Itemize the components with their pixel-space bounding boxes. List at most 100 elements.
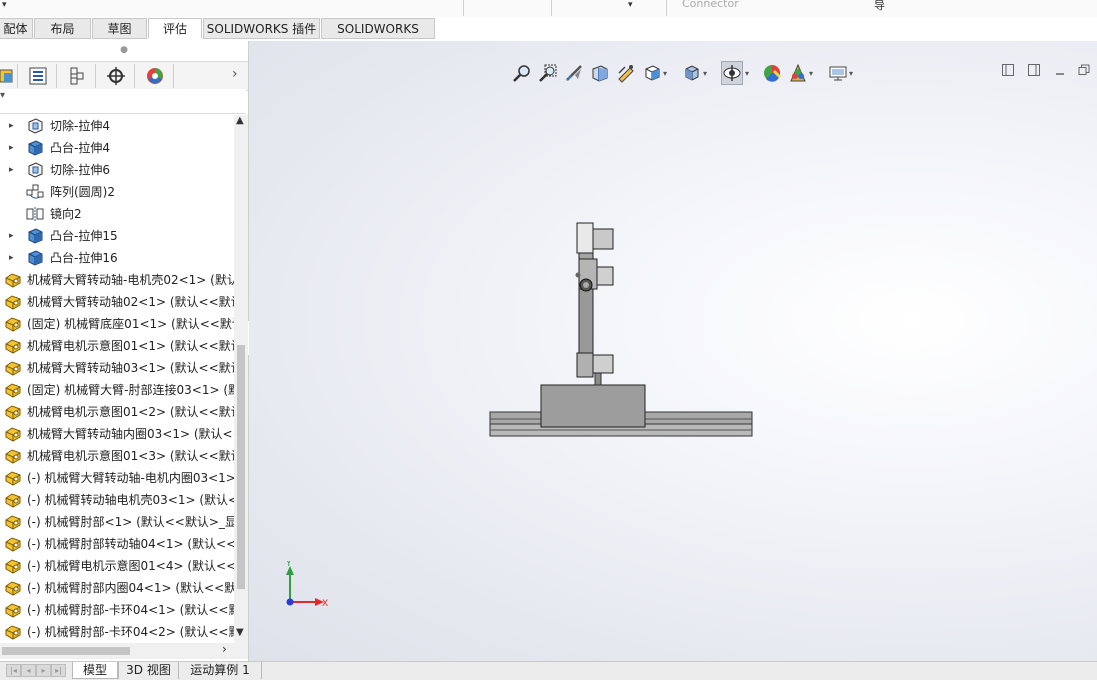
expand-chevron-icon[interactable]: ▸ (9, 247, 14, 269)
tree-item[interactable]: 机械臂大臂转动轴03<1> (默认<<默认 (0, 357, 234, 379)
tree-horizontal-scrollbar[interactable]: › (0, 642, 248, 659)
tree-item[interactable]: 机械臂大臂转动轴-电机壳02<1> (默认 (0, 269, 234, 291)
part-icon (4, 536, 22, 552)
tab-layout[interactable]: 布局 (34, 18, 91, 39)
tab-solidworks-addins[interactable]: SOLIDWORKS 插件 (203, 18, 320, 39)
previous-view-button[interactable] (563, 61, 585, 85)
view-orientation-button[interactable] (641, 61, 663, 85)
hide-show-dropdown-icon[interactable]: ▾ (745, 69, 749, 78)
part-icon (4, 272, 22, 288)
manager-tabs: › (0, 61, 248, 91)
tree-item[interactable]: (-) 机械臂肘部<1> (默认<<默认>_显示 (0, 511, 234, 533)
tab-solidworks-mbd[interactable]: SOLIDWORKS MBD (321, 18, 435, 57)
tree-item[interactable]: (-) 机械臂电机示意图01<4> (默认<<默 (0, 555, 234, 577)
part-icon (4, 338, 22, 354)
tree-item[interactable]: 镜向2 (0, 203, 234, 225)
tree-item-label: (-) 机械臂电机示意图01<4> (默认<<默 (27, 559, 234, 573)
part-icon (4, 624, 22, 640)
tree-item[interactable]: ▸ 凸台-拉伸4 (0, 137, 234, 159)
scroll-thumb[interactable] (237, 345, 245, 589)
tree-item[interactable]: (-) 机械臂转动轴电机壳03<1> (默认< (0, 489, 234, 511)
feature-tree: ▸ 切除-拉伸4 ▸ 凸台-拉伸4 ▸ 切除-拉伸6 阵列(圆周)2 镜向2 ▸ 凸台-拉伸15 ▸… (0, 115, 234, 643)
featuremanager-tab[interactable] (0, 64, 18, 88)
tree-item-label: 机械臂电机示意图01<1> (默认<<默认 (27, 339, 234, 353)
tree-item[interactable]: (固定) 机械臂大臂-肘部连接03<1> (默 (0, 379, 234, 401)
tree-item[interactable]: (固定) 机械臂底座01<1> (默认<<默认 (0, 313, 234, 335)
tab-model[interactable]: 模型 (72, 662, 118, 679)
tree-item[interactable]: (-) 机械臂肘部-卡环04<2> (默认<<默认 (0, 621, 234, 643)
tree-item[interactable]: ▸ 凸台-拉伸16 (0, 247, 234, 269)
prev-tab-nav-icon[interactable]: ◂ (21, 664, 36, 677)
display-style-dropdown-icon[interactable]: ▾ (703, 69, 707, 78)
zoom-to-fit-button[interactable] (511, 61, 533, 85)
dropdown-caret-icon[interactable]: ▾ (628, 0, 633, 10)
apply-scene-dropdown-icon[interactable]: ▾ (809, 69, 813, 78)
next-viewport-button[interactable] (1027, 63, 1041, 77)
next-tab-nav-icon[interactable]: ▸ (36, 664, 51, 677)
dimxpert-tab[interactable] (97, 64, 135, 88)
tab-assembly[interactable]: 配体 (0, 18, 33, 39)
dynamic-annotation-button[interactable] (615, 61, 637, 85)
filter-icon: ▾ (0, 90, 6, 101)
tree-item[interactable]: ▸ 凸台-拉伸15 (0, 225, 234, 247)
expand-chevron-icon[interactable]: ▸ (9, 159, 14, 181)
previous-viewport-button[interactable] (1001, 63, 1015, 77)
tab-3d-views[interactable]: 3D 视图 (118, 662, 178, 679)
tree-item[interactable]: (-) 机械臂肘部-卡环04<1> (默认<<默认 (0, 599, 234, 621)
tree-item[interactable]: (-) 机械臂肘部转动轴04<1> (默认<<默 (0, 533, 234, 555)
expand-chevron-icon[interactable]: ▸ (9, 115, 14, 137)
first-tab-nav-icon[interactable]: |◂ (6, 664, 21, 677)
display-manager-tab[interactable] (136, 64, 174, 88)
last-tab-nav-icon[interactable]: ▸| (51, 664, 66, 677)
expand-chevron-icon[interactable]: ▸ (9, 137, 14, 159)
propertymanager-tab[interactable] (19, 64, 57, 88)
panel-splitter-grip[interactable]: ● (0, 41, 248, 59)
view-orientation-icon (645, 65, 660, 81)
dropdown-caret-icon[interactable]: ▾ (2, 0, 7, 10)
section-view-button[interactable] (589, 61, 611, 85)
tree-item[interactable]: (-) 机械臂肘部内圈04<1> (默认<<默认 (0, 577, 234, 599)
hscroll-thumb[interactable] (2, 647, 130, 655)
part-icon (4, 492, 22, 508)
apply-scene-icon (790, 63, 806, 82)
graphics-area[interactable]: ▾ ▾ ▾ ▾ ▾ X Y (249, 41, 1097, 661)
minimize-button[interactable] (1053, 63, 1067, 77)
zoom-to-area-icon (539, 64, 557, 82)
view-settings-button[interactable] (827, 61, 849, 85)
view-orientation-dropdown-icon[interactable]: ▾ (663, 69, 667, 78)
tree-vertical-scrollbar[interactable]: ▲ ▼ (234, 115, 248, 643)
scroll-down-icon[interactable]: ▼ (236, 627, 244, 638)
tree-item-label: (-) 机械臂肘部-卡环04<2> (默认<<默认 (27, 625, 234, 639)
tree-item-label: 切除-拉伸4 (50, 119, 110, 133)
restore-button[interactable] (1077, 63, 1091, 77)
scroll-right-icon[interactable]: › (222, 642, 227, 656)
part-icon (4, 558, 22, 574)
tree-item[interactable]: 机械臂大臂转动轴02<1> (默认<<默认 (0, 291, 234, 313)
tree-item[interactable]: (-) 机械臂大臂转动轴-电机内圈03<1> (0, 467, 234, 489)
more-tabs-chevron-icon[interactable]: › (232, 66, 238, 82)
apply-scene-button[interactable] (787, 61, 809, 85)
hide-show-items-button[interactable] (721, 61, 743, 85)
tree-item[interactable]: 机械臂电机示意图01<2> (默认<<默认 (0, 401, 234, 423)
tree-item[interactable]: 机械臂电机示意图01<3> (默认<<默认 (0, 445, 234, 467)
tree-item[interactable]: ▸ 切除-拉伸6 (0, 159, 234, 181)
expand-chevron-icon[interactable]: ▸ (9, 225, 14, 247)
cut-extrude-icon (26, 162, 44, 178)
tab-motion-study-1[interactable]: 运动算例 1 (178, 662, 262, 679)
zoom-to-area-button[interactable] (537, 61, 559, 85)
tree-item[interactable]: 机械臂电机示意图01<1> (默认<<默认 (0, 335, 234, 357)
view-settings-dropdown-icon[interactable]: ▾ (849, 69, 853, 78)
tree-item[interactable]: ▸ 切除-拉伸4 (0, 115, 234, 137)
tab-evaluate[interactable]: 评估 (148, 18, 202, 39)
configurationmanager-tab[interactable] (58, 64, 96, 88)
tree-item[interactable]: 阵列(圆周)2 (0, 181, 234, 203)
robot-arm-model[interactable] (487, 219, 755, 441)
display-style-button[interactable] (681, 61, 703, 85)
display-manager-icon (146, 68, 163, 84)
tree-item[interactable]: 机械臂大臂转动轴内圈03<1> (默认<< (0, 423, 234, 445)
edit-appearance-button[interactable] (761, 61, 783, 85)
tab-sketch[interactable]: 草图 (92, 18, 147, 39)
part-icon (4, 580, 22, 596)
scroll-up-icon[interactable]: ▲ (236, 115, 244, 126)
tree-filter-row[interactable]: ▾ (0, 89, 246, 114)
